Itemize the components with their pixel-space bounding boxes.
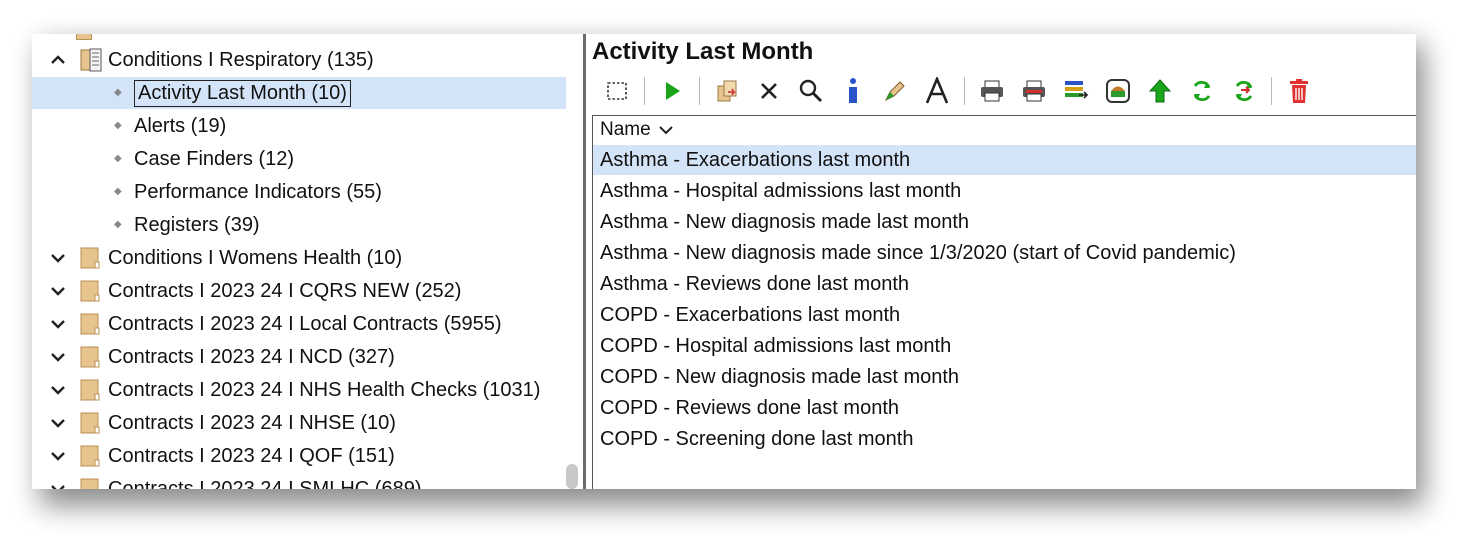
print-color-icon[interactable] [1015, 74, 1053, 108]
tree-item-label: Registers (39) [134, 213, 260, 236]
tree-item-label: Case Finders (12) [134, 147, 295, 170]
leaf-dot-icon: ◆ [114, 120, 122, 131]
tree-item-case-finders[interactable]: ◆ Case Finders (12) [114, 144, 294, 174]
edit-icon[interactable] [876, 74, 914, 108]
tree-item-nhse[interactable]: Contracts I 2023 24 I NHSE (10) [50, 408, 396, 438]
tree-item-label: Activity Last Month (10) [134, 79, 351, 107]
list-item[interactable]: COPD - New diagnosis made last month [593, 362, 1416, 392]
tree-item-womens-health[interactable]: Conditions I Womens Health (10) [50, 243, 402, 273]
app-window: Conditions I Respiratory (135) ◆ Activit… [32, 34, 1416, 489]
tree-panel: Conditions I Respiratory (135) ◆ Activit… [32, 34, 585, 489]
list-item[interactable]: Asthma - New diagnosis made since 1/3/20… [593, 238, 1416, 268]
open-book-icon [80, 48, 102, 72]
chevron-down-icon [658, 126, 673, 135]
report-pane: Activity Last Month Name Asthma - Exacer… [586, 34, 1416, 489]
folder-icon [80, 477, 100, 489]
select-icon[interactable] [598, 74, 636, 108]
tree-item-activity-last-month[interactable]: ◆ Activity Last Month (10) [114, 78, 351, 108]
tree-item-label: Alerts (19) [134, 114, 227, 137]
tree-item-registers[interactable]: ◆ Registers (39) [114, 210, 260, 240]
tree-item-alerts[interactable]: ◆ Alerts (19) [114, 111, 226, 141]
leaf-dot-icon: ◆ [114, 186, 122, 197]
tree-item-conditions-respiratory[interactable]: Conditions I Respiratory (135) [50, 45, 374, 75]
folder-icon [76, 34, 92, 40]
page-title: Activity Last Month [592, 38, 814, 65]
font-icon[interactable] [918, 74, 956, 108]
tree-item-label: Contracts I 2023 24 I SMLHC (689) [108, 477, 422, 490]
tree-item-performance-indicators[interactable]: ◆ Performance Indicators (55) [114, 177, 382, 207]
list-item[interactable]: Asthma - New diagnosis made last month [593, 207, 1416, 237]
run-icon[interactable] [653, 74, 691, 108]
print-icon[interactable] [973, 74, 1011, 108]
folder-icon [80, 345, 100, 369]
refresh-sync-icon[interactable] [1225, 74, 1263, 108]
tree-scrollbar[interactable] [566, 464, 578, 489]
tree-item-qof[interactable]: Contracts I 2023 24 I QOF (151) [50, 441, 395, 471]
tree-item-label: Contracts I 2023 24 I Local Contracts (5… [108, 312, 502, 335]
folder-icon [80, 444, 100, 468]
tree-item-nhs-health-checks[interactable]: Contracts I 2023 24 I NHS Health Checks … [50, 375, 540, 405]
list-item[interactable]: Asthma - Reviews done last month [593, 269, 1416, 299]
tree-item-label: Conditions I Womens Health (10) [108, 246, 403, 269]
tree-item-label: Contracts I 2023 24 I NCD (327) [108, 345, 395, 368]
list-item[interactable]: COPD - Exacerbations last month [593, 300, 1416, 330]
chevron-down-icon[interactable] [50, 448, 66, 464]
chevron-down-icon[interactable] [50, 415, 66, 431]
view-icon[interactable] [1099, 74, 1137, 108]
trash-icon[interactable] [1280, 74, 1318, 108]
tree-item-label: Performance Indicators (55) [134, 180, 382, 203]
tree-item-ncd[interactable]: Contracts I 2023 24 I NCD (327) [50, 342, 395, 372]
folder-icon [80, 279, 100, 303]
tree-item-local-contracts[interactable]: Contracts I 2023 24 I Local Contracts (5… [50, 309, 502, 339]
chevron-down-icon[interactable] [50, 316, 66, 332]
chevron-down-icon[interactable] [50, 283, 66, 299]
leaf-dot-icon: ◆ [114, 87, 122, 98]
refresh-icon[interactable] [1183, 74, 1221, 108]
export-icon[interactable] [1057, 74, 1095, 108]
folder-icon [80, 312, 100, 336]
chevron-down-icon[interactable] [50, 382, 66, 398]
chevron-down-icon[interactable] [50, 481, 66, 489]
folder-icon [80, 378, 100, 402]
tree-item-label: Contracts I 2023 24 I CQRS NEW (252) [108, 279, 462, 302]
list-item[interactable]: COPD - Reviews done last month [593, 393, 1416, 423]
chevron-up-icon[interactable] [50, 52, 66, 68]
info-icon[interactable] [834, 74, 872, 108]
chevron-down-icon[interactable] [50, 349, 66, 365]
copy-move-icon[interactable] [708, 74, 746, 108]
toolbar [598, 74, 1322, 108]
list-item[interactable]: Asthma - Hospital admissions last month [593, 176, 1416, 206]
search-icon[interactable] [792, 74, 830, 108]
list-item[interactable]: COPD - Hospital admissions last month [593, 331, 1416, 361]
column-header-name[interactable]: Name [593, 116, 1416, 144]
list-item[interactable]: COPD - Screening done last month [593, 424, 1416, 454]
tree-item-label: Contracts I 2023 24 I QOF (151) [108, 444, 395, 467]
tree-item-label: Contracts I 2023 24 I NHSE (10) [108, 411, 396, 434]
leaf-dot-icon: ◆ [114, 219, 122, 230]
report-list: Name Asthma - Exacerbations last month A… [592, 115, 1416, 489]
list-item[interactable]: Asthma - Exacerbations last month [593, 145, 1416, 175]
folder-icon [80, 411, 100, 435]
tree-item-cqrs-new[interactable]: Contracts I 2023 24 I CQRS NEW (252) [50, 276, 461, 306]
tree-item-label: Contracts I 2023 24 I NHS Health Checks … [108, 378, 541, 401]
leaf-dot-icon: ◆ [114, 153, 122, 164]
chevron-down-icon[interactable] [50, 250, 66, 266]
delete-icon[interactable] [750, 74, 788, 108]
tree-item-label: Conditions I Respiratory (135) [108, 48, 374, 71]
tree-item-smlhc[interactable]: Contracts I 2023 24 I SMLHC (689) [50, 474, 421, 489]
upload-icon[interactable] [1141, 74, 1179, 108]
folder-icon [80, 246, 100, 270]
